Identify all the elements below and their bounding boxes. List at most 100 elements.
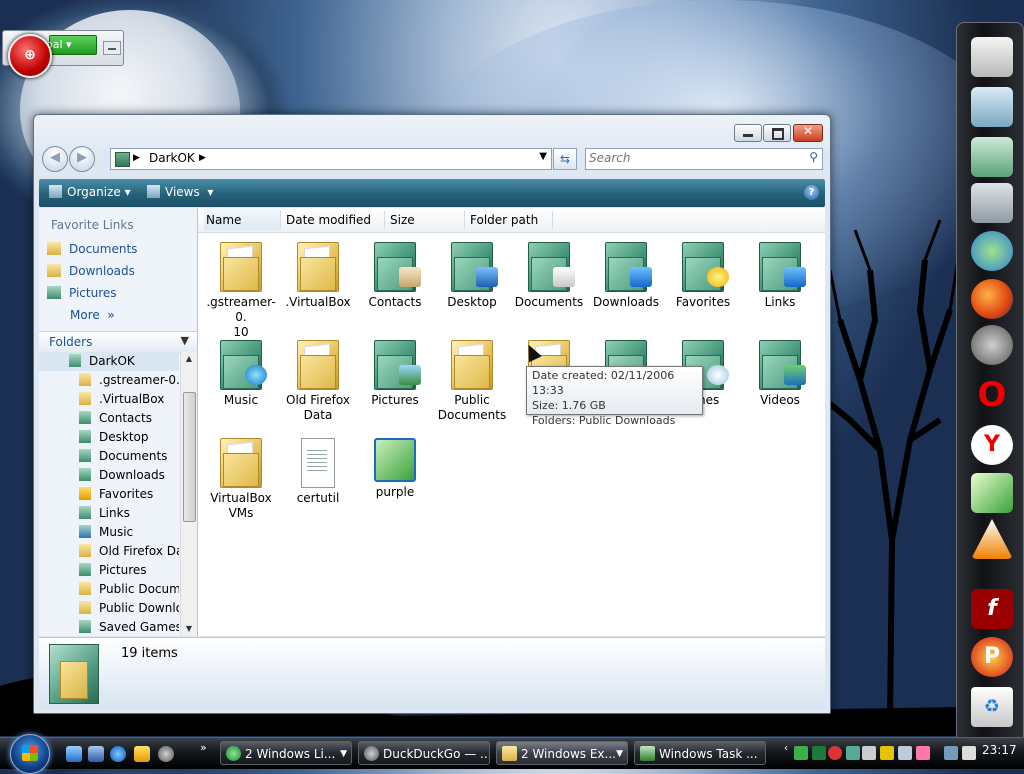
gadget-button[interactable]: oal ▾ [46, 35, 97, 55]
dock-raccoon-icon[interactable] [971, 325, 1013, 365]
taskbar-button-windows-live[interactable]: 2 Windows Li... ▼ [220, 741, 352, 765]
file-item-documents[interactable]: Documents [511, 242, 587, 310]
address-dropdown-icon[interactable]: ▼ [539, 151, 547, 162]
taskbar-button-windows-explorer[interactable]: 2 Windows Ex... ▼ [496, 741, 628, 765]
tree-item[interactable]: Pictures [39, 561, 179, 580]
clock[interactable]: 23:17 [982, 743, 1017, 757]
fav-pictures[interactable]: Pictures [47, 286, 117, 300]
forward-button[interactable]: ▶ [69, 146, 95, 172]
tree-scrollbar[interactable]: ▲ ▼ [180, 352, 197, 636]
breadcrumb-arrow-icon[interactable]: ▶ [133, 153, 140, 163]
dock-drive-folder-icon[interactable] [971, 183, 1013, 223]
taskbar-button-task-manager[interactable]: Windows Task ... [634, 741, 766, 765]
back-button[interactable]: ◀ [42, 146, 68, 172]
tree-item[interactable]: .VirtualBox [39, 390, 179, 409]
gadget-orb-icon[interactable]: ⊕ [8, 34, 52, 78]
file-item-public-documents[interactable]: Public Documents [434, 340, 510, 423]
dock-vlc-icon[interactable] [971, 519, 1013, 559]
dock-chart-icon[interactable] [971, 473, 1013, 513]
tray-check-icon[interactable] [794, 746, 808, 760]
column-size[interactable]: Size [390, 213, 415, 227]
tray-printer-icon[interactable] [880, 746, 894, 760]
media-player-icon[interactable] [134, 746, 150, 762]
tree-item[interactable]: Favorites [39, 485, 179, 504]
column-date-modified[interactable]: Date modified [286, 213, 371, 227]
tree-item[interactable]: Music [39, 523, 179, 542]
dock-opera-icon[interactable]: O [971, 375, 1013, 415]
breadcrumb-arrow-icon[interactable]: ▶ [199, 153, 206, 163]
dock-recycle-bin-icon[interactable]: ♻ [971, 687, 1013, 727]
tray-security-icon[interactable] [828, 746, 842, 760]
column-divider[interactable] [552, 211, 553, 229]
more-link[interactable]: More » [70, 308, 115, 322]
column-folder-path[interactable]: Folder path [470, 213, 538, 227]
internet-explorer-icon[interactable] [110, 746, 126, 762]
tray-device-icon[interactable] [862, 746, 876, 760]
search-input[interactable] [586, 149, 789, 167]
file-item-old-firefox-data[interactable]: Old Firefox Data [280, 340, 356, 423]
dock-users-icon[interactable] [971, 231, 1013, 271]
column-name[interactable]: Name [204, 208, 280, 230]
dock-p-app-icon[interactable]: P [971, 637, 1013, 677]
file-item-downloads[interactable]: Downloads [588, 242, 664, 310]
dock-yandex-icon[interactable]: Y [971, 425, 1013, 465]
column-divider[interactable] [280, 211, 281, 229]
tree-item[interactable]: Old Firefox Dat [39, 542, 179, 561]
file-item-videos[interactable]: Videos [742, 340, 818, 408]
dock-folder-icon[interactable] [971, 137, 1013, 177]
scrollbar-thumb[interactable] [183, 392, 196, 522]
start-button[interactable] [10, 734, 50, 774]
tree-item[interactable]: Public Downlo [39, 599, 179, 618]
fav-documents[interactable]: Documents [47, 242, 137, 256]
switch-windows-icon[interactable] [88, 746, 104, 762]
column-divider[interactable] [464, 211, 465, 229]
minimize-button[interactable] [734, 124, 762, 142]
search-box[interactable]: ⚲ [585, 148, 823, 170]
file-item-desktop[interactable]: Desktop [434, 242, 510, 310]
folders-header[interactable]: Folders ▼ [39, 331, 197, 353]
tray-network-icon[interactable] [944, 746, 958, 760]
tree-item[interactable]: Downloads [39, 466, 179, 485]
tree-item-darkok[interactable]: DarkOK [39, 352, 179, 371]
file-item-music[interactable]: Music [203, 340, 279, 408]
tray-volume-icon[interactable] [962, 746, 976, 760]
dock-flash-icon[interactable]: f [971, 589, 1013, 629]
gadget-minimize-button[interactable] [103, 41, 121, 55]
tree-item[interactable]: Desktop [39, 428, 179, 447]
close-button[interactable] [793, 124, 823, 142]
refresh-icon[interactable]: ⇆ [553, 148, 577, 170]
file-item-certutil[interactable]: certutil [280, 438, 356, 506]
file-item-favorites[interactable]: Favorites [665, 242, 741, 310]
dock-firefox-icon[interactable] [971, 279, 1013, 319]
views-button[interactable]: Views ▾ [147, 185, 213, 199]
file-item-contacts[interactable]: Contacts [357, 242, 433, 310]
address-bar[interactable]: ▶ DarkOK ▶ ▼ [110, 148, 552, 170]
tree-item[interactable]: Public Docume [39, 580, 179, 599]
tree-item[interactable]: Contacts [39, 409, 179, 428]
file-item-gstreamer[interactable]: .gstreamer-0. 10 [203, 242, 279, 340]
dock-documents-folder-icon[interactable] [971, 87, 1013, 127]
show-desktop-icon[interactable] [66, 746, 82, 762]
help-icon[interactable]: ? [804, 185, 819, 200]
tray-green-icon[interactable] [812, 746, 826, 760]
tray-user-icon[interactable] [846, 746, 860, 760]
maximize-button[interactable] [763, 124, 791, 142]
tray-app-icon[interactable] [916, 746, 930, 760]
file-item-purple[interactable]: purple [357, 438, 433, 500]
raccoon-quicklaunch-icon[interactable] [158, 746, 174, 762]
tray-expand-icon[interactable]: ‹ [784, 743, 788, 754]
scroll-down-icon[interactable]: ▼ [181, 622, 197, 636]
file-item-links[interactable]: Links [742, 242, 818, 310]
scroll-up-icon[interactable]: ▲ [181, 352, 197, 366]
file-item-pictures[interactable]: Pictures [357, 340, 433, 408]
quicklaunch-overflow-icon[interactable]: » [200, 741, 207, 754]
file-item-virtualbox-vms[interactable]: VirtualBox VMs [203, 438, 279, 521]
breadcrumb-darkok[interactable]: DarkOK [149, 151, 195, 165]
column-divider[interactable] [384, 211, 385, 229]
tray-window-icon[interactable] [898, 746, 912, 760]
fav-downloads[interactable]: Downloads [47, 264, 135, 278]
tree-item[interactable]: Saved Games [39, 618, 179, 636]
tree-item[interactable]: Documents [39, 447, 179, 466]
tree-item[interactable]: .gstreamer-0.10 [39, 371, 179, 390]
organize-button[interactable]: Organize ▾ [49, 185, 131, 199]
